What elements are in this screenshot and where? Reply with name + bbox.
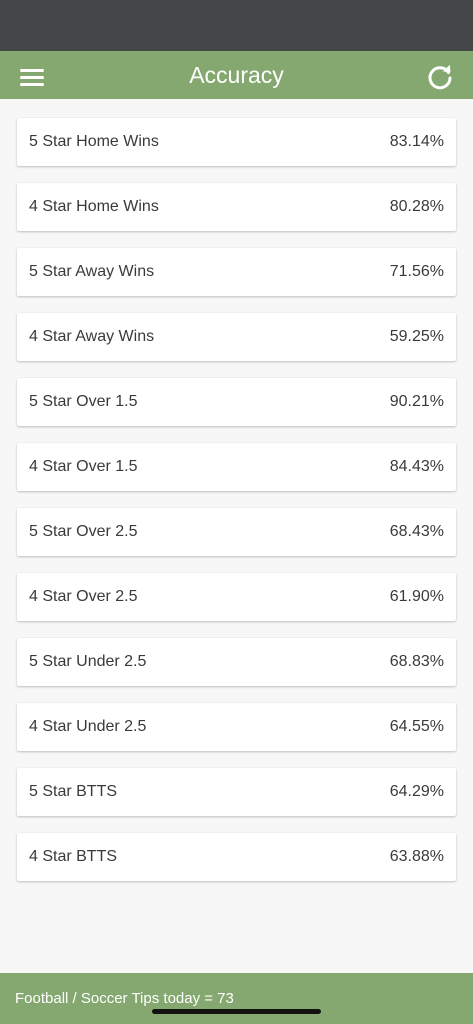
list-item[interactable]: 5 Star BTTS 64.29% xyxy=(17,768,456,816)
list-item-value: 83.14% xyxy=(389,133,444,150)
list-item-value: 64.55% xyxy=(389,718,444,735)
list-item-label: 4 Star Over 2.5 xyxy=(29,588,138,605)
list-item-value: 59.25% xyxy=(389,328,444,345)
hamburger-menu-icon[interactable] xyxy=(16,65,48,87)
list-item[interactable]: 4 Star Under 2.5 64.55% xyxy=(17,703,456,751)
list-item-label: 5 Star Under 2.5 xyxy=(29,653,147,670)
list-item-label: 4 Star Away Wins xyxy=(29,328,155,345)
list-item-label: 5 Star Home Wins xyxy=(29,133,159,150)
status-bar xyxy=(0,0,473,51)
list-item-value: 71.56% xyxy=(389,263,444,280)
list-item[interactable]: 4 Star Over 2.5 61.90% xyxy=(17,573,456,621)
footer-bar[interactable]: Football / Soccer Tips today = 73 xyxy=(0,973,473,1024)
list-item-label: 4 Star Over 1.5 xyxy=(29,458,138,475)
menu-line xyxy=(20,83,44,86)
list-item[interactable]: 4 Star BTTS 63.88% xyxy=(17,833,456,881)
list-item[interactable]: 4 Star Over 1.5 84.43% xyxy=(17,443,456,491)
list-item-value: 63.88% xyxy=(389,848,444,865)
list-item[interactable]: 4 Star Home Wins 80.28% xyxy=(17,183,456,231)
list-item-label: 5 Star Over 1.5 xyxy=(29,393,138,410)
list-item-value: 80.28% xyxy=(389,198,444,215)
list-item-value: 90.21% xyxy=(389,393,444,410)
list-item-value: 84.43% xyxy=(389,458,444,475)
list-item-label: 5 Star Away Wins xyxy=(29,263,155,280)
refresh-icon[interactable] xyxy=(425,62,455,92)
accuracy-list: 5 Star Home Wins 83.14% 4 Star Home Wins… xyxy=(17,118,456,898)
home-indicator xyxy=(152,1009,321,1014)
app-header: Accuracy xyxy=(0,51,473,99)
menu-line xyxy=(20,69,44,72)
list-item-label: 4 Star BTTS xyxy=(29,848,118,865)
list-item[interactable]: 5 Star Away Wins 71.56% xyxy=(17,248,456,296)
list-item[interactable]: 4 Star Away Wins 59.25% xyxy=(17,313,456,361)
list-item-value: 61.90% xyxy=(389,588,444,605)
list-item-value: 64.29% xyxy=(389,783,444,800)
list-item-value: 68.83% xyxy=(389,653,444,670)
list-item-label: 5 Star BTTS xyxy=(29,783,118,800)
footer-tips-count: Football / Soccer Tips today = 73 xyxy=(15,990,234,1007)
list-item-value: 68.43% xyxy=(389,523,444,540)
page-title: Accuracy xyxy=(189,62,284,88)
list-item-label: 5 Star Over 2.5 xyxy=(29,523,138,540)
list-item[interactable]: 5 Star Over 2.5 68.43% xyxy=(17,508,456,556)
list-item[interactable]: 5 Star Home Wins 83.14% xyxy=(17,118,456,166)
list-item-label: 4 Star Under 2.5 xyxy=(29,718,147,735)
list-item[interactable]: 5 Star Over 1.5 90.21% xyxy=(17,378,456,426)
list-item[interactable]: 5 Star Under 2.5 68.83% xyxy=(17,638,456,686)
list-item-label: 4 Star Home Wins xyxy=(29,198,159,215)
menu-line xyxy=(20,76,44,79)
